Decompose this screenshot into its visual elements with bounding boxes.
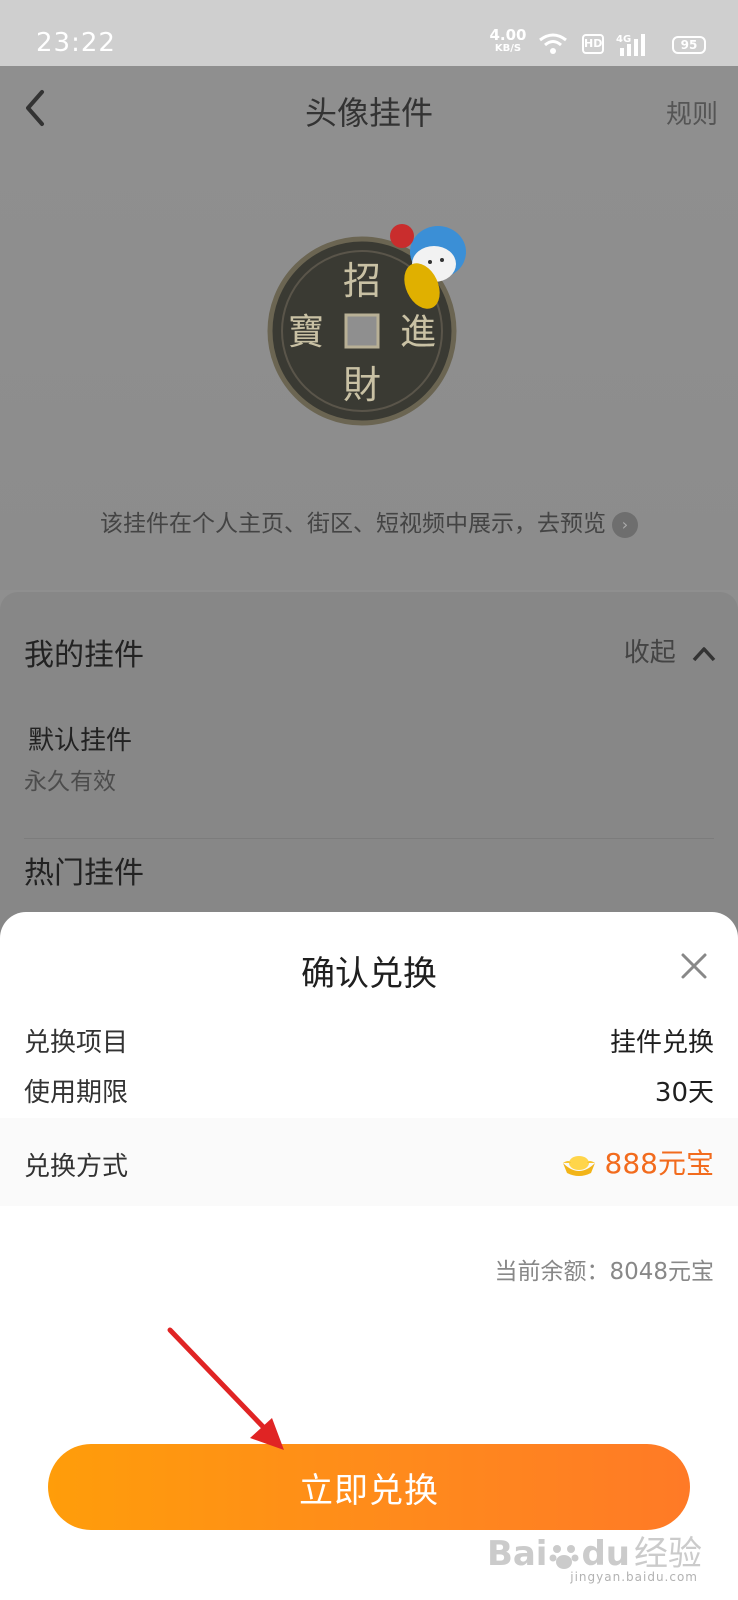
close-icon[interactable]	[680, 952, 708, 980]
watermark-brand-cn: 经验	[634, 1534, 702, 1574]
coin-char-bottom: 財	[343, 363, 381, 407]
validity-value: 30天	[654, 1078, 714, 1108]
validity-label: 使用期限	[24, 1078, 129, 1108]
redeem-now-button[interactable]: 立即兑换	[48, 1444, 690, 1530]
my-pendants-title: 我的挂件	[24, 638, 144, 673]
net-speed: 4.00 KB/S	[488, 28, 528, 56]
watermark-url: jingyan.baidu.com	[570, 1570, 698, 1584]
default-pendant-name[interactable]: 默认挂件	[28, 720, 132, 757]
collapse-button[interactable]: 收起	[624, 632, 716, 669]
coin-char-right: 進	[400, 312, 436, 353]
baidu-watermark: Bai du 经验	[487, 1526, 702, 1575]
signal-icon: 4G	[616, 32, 650, 62]
battery-icon: 95	[672, 36, 706, 54]
annotation-arrow-icon	[167, 1327, 284, 1450]
status-bar: 23:22 4.00 KB/S HD 4G 95	[0, 0, 738, 66]
confirm-exchange-sheet: 确认兑换 兑换项目 挂件兑换 使用期限 30天 兑换方式 888元宝 当前余额：…	[0, 912, 738, 1600]
pendant-preview: 招 寶 進 財 该挂件在个人主页、街区、短视频中展示，去预览 ›	[0, 150, 738, 590]
nav-bar: 头像挂件 规则	[0, 66, 738, 152]
page-title: 头像挂件	[304, 94, 433, 132]
chevron-right-icon: ›	[612, 511, 638, 538]
gold-ingot-icon	[562, 1156, 595, 1176]
divider	[24, 838, 714, 839]
coin-char-top: 招	[343, 259, 381, 303]
payment-method-value: 888元宝	[561, 1142, 714, 1182]
hd-icon: HD	[582, 34, 604, 54]
paw-icon	[549, 1544, 579, 1569]
coin-pendant-image: 招 寶 進 財	[267, 224, 466, 426]
exchange-item-row: 兑换项目 挂件兑换	[0, 1012, 738, 1064]
preview-hint-text: 该挂件在个人主页、街区、短视频中展示，去预览	[100, 511, 606, 537]
rules-link[interactable]: 规则	[666, 94, 718, 131]
payment-method-label: 兑换方式	[24, 1152, 129, 1182]
price-text: 888元宝	[604, 1147, 714, 1180]
chevron-up-icon	[692, 646, 716, 661]
watermark-brand-suffix: du	[581, 1534, 630, 1574]
hot-pendants-title: 热门挂件	[24, 856, 144, 891]
exchange-item-label: 兑换项目	[24, 1028, 129, 1058]
sheet-title: 确认兑换	[301, 954, 437, 994]
wifi-icon	[539, 33, 567, 54]
preview-hint[interactable]: 该挂件在个人主页、街区、短视频中展示，去预览 ›	[0, 504, 738, 538]
validity-row: 使用期限 30天	[0, 1062, 738, 1114]
watermark-brand: Bai	[486, 1534, 548, 1574]
default-pendant-validity: 永久有效	[24, 769, 116, 795]
status-time: 23:22	[36, 28, 116, 58]
coin-char-left: 寶	[288, 312, 324, 353]
net-speed-unit: KB/S	[494, 43, 522, 54]
collapse-label: 收起	[623, 638, 676, 668]
network-type-label: 4G	[616, 34, 631, 45]
current-balance: 当前余额：8048元宝	[494, 1259, 714, 1285]
payment-method-row: 兑换方式 888元宝	[0, 1118, 738, 1206]
exchange-item-value: 挂件兑换	[609, 1028, 714, 1058]
